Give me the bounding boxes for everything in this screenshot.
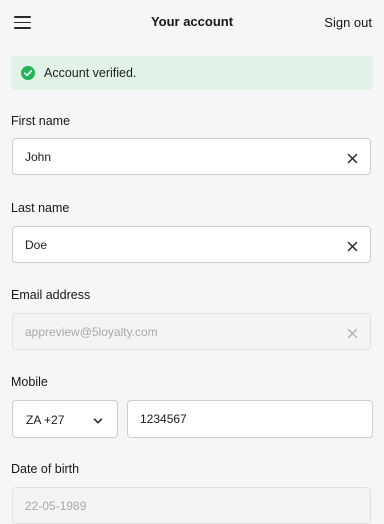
first-name-label: First name [11, 114, 71, 128]
email-label: Email address [11, 288, 91, 302]
dob-field [12, 487, 371, 524]
email-field [12, 313, 371, 350]
banner-message: Account verified. [44, 66, 137, 80]
first-name-input[interactable] [25, 139, 325, 174]
clear-last-name-icon[interactable] [347, 239, 358, 252]
mobile-label: Mobile [11, 375, 48, 389]
first-name-field [12, 138, 371, 175]
last-name-label: Last name [11, 201, 70, 215]
chevron-down-icon [92, 414, 104, 432]
mobile-number-input[interactable] [140, 401, 360, 437]
sign-out-button[interactable]: Sign out [324, 15, 372, 30]
country-code-value: ZA +27 [26, 413, 65, 427]
app-header: Your account Sign out [0, 0, 384, 44]
verified-banner: Account verified. [11, 56, 373, 90]
clear-first-name-icon[interactable] [347, 151, 358, 164]
dob-input [25, 488, 325, 523]
country-code-select[interactable]: ZA +27 [12, 400, 118, 438]
dob-label: Date of birth [11, 462, 80, 476]
clear-email-icon [347, 326, 358, 339]
check-circle-icon [21, 66, 35, 80]
last-name-field [12, 226, 371, 263]
email-input [25, 314, 325, 349]
mobile-number-field [127, 400, 373, 438]
last-name-input[interactable] [25, 227, 325, 262]
